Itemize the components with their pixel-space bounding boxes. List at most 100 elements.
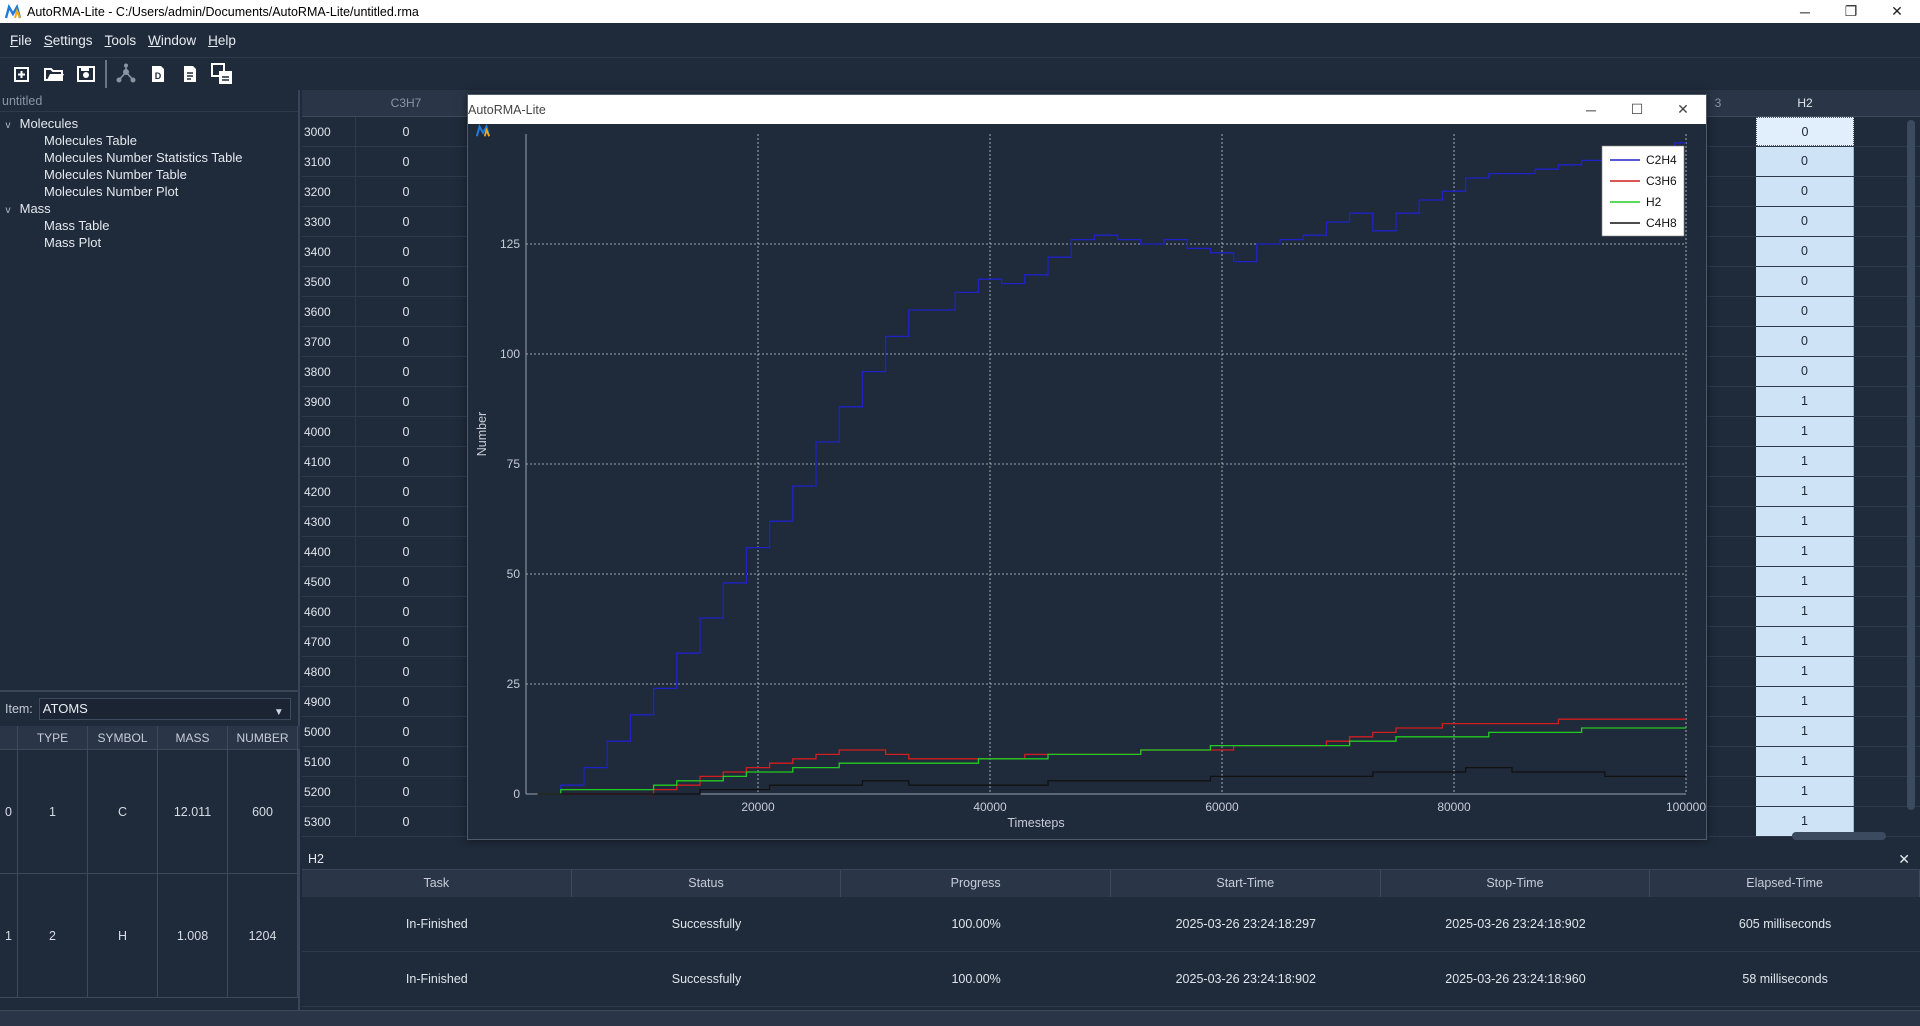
table-row[interactable]: 1 2 H 1.008 1204 [0,874,300,998]
cell-h2[interactable]: 1 [1756,537,1854,566]
d-icon[interactable]: D [142,59,174,89]
cell-h2[interactable]: 0 [1756,327,1854,356]
cell-c3h7[interactable]: 0 [356,357,456,387]
plot-window-titlebar[interactable]: AutoRMA-Lite [468,95,1706,137]
cell-h2[interactable]: 1 [1756,657,1854,686]
cell-c3h7[interactable]: 0 [356,297,456,327]
row-header-timestep[interactable]: 4000 [302,417,356,447]
row-header-timestep[interactable]: 5000 [302,717,356,747]
plot-maximize-button[interactable]: ☐ [1614,95,1660,124]
cell-h2[interactable]: 1 [1756,417,1854,446]
menu-settings[interactable]: Settings [38,33,99,48]
column-header-elapsed-time[interactable]: Elapsed-Time [1650,870,1920,897]
column-header-h2[interactable]: H2 [1756,90,1854,117]
cell-h2[interactable]: 0 [1756,117,1854,146]
column-header-task[interactable]: Task [302,870,572,897]
table-row[interactable]: 0 1 C 12.011 600 [0,750,300,874]
cell-h2[interactable]: 0 [1756,267,1854,296]
cell-c3h7[interactable]: 0 [356,537,456,567]
tree-item-molecules-table[interactable]: Molecules Table [0,132,298,149]
tree-item-molecules-number-table[interactable]: Molecules Number Table [0,166,298,183]
cell-c3h7[interactable]: 0 [356,567,456,597]
table-row[interactable]: In-Finished Successfully 100.00% 2025-03… [302,897,1920,952]
cell-c3h7[interactable]: 0 [356,237,456,267]
cell-c3h7[interactable]: 0 [356,177,456,207]
minimize-button[interactable]: ─ [1782,0,1828,23]
row-header-timestep[interactable]: 3800 [302,357,356,387]
row-header-timestep[interactable]: 4900 [302,687,356,717]
cell-c3h7[interactable]: 0 [356,447,456,477]
tree-item-mass-table[interactable]: Mass Table [0,217,298,234]
row-header-timestep[interactable]: 4100 [302,447,356,477]
save-icon[interactable] [70,59,102,89]
cell-c3h7[interactable]: 0 [356,627,456,657]
cell-c3h7[interactable]: 0 [356,327,456,357]
document-icon[interactable] [174,59,206,89]
menu-tools[interactable]: Tools [99,33,143,48]
cell-h2[interactable]: 1 [1756,477,1854,506]
scrollbar-thumb[interactable] [1792,832,1886,840]
cell-h2[interactable]: 1 [1756,747,1854,776]
cell-h2[interactable]: 1 [1756,567,1854,596]
cell-number[interactable]: 1204 [228,874,298,997]
cell-c3h7[interactable]: 0 [356,687,456,717]
cell-h2[interactable]: 1 [1756,447,1854,476]
tree-item-mass-plot[interactable]: Mass Plot [0,234,298,251]
row-header-timestep[interactable]: 4800 [302,657,356,687]
row-header-timestep[interactable]: 4300 [302,507,356,537]
cell-h2[interactable]: 1 [1756,777,1854,806]
cell-c3h7[interactable]: 0 [356,477,456,507]
cell-h2[interactable]: 1 [1756,687,1854,716]
molecules-number-plot[interactable]: 20000 40000 60000 80000 100000 0 25 50 75 100 125 T… [468,124,1706,839]
tree-item-molecules-number-statistics-table[interactable]: Molecules Number Statistics Table [0,149,298,166]
row-header-timestep[interactable]: 3600 [302,297,356,327]
cell-h2[interactable]: 0 [1756,297,1854,326]
row-header-timestep[interactable]: 3400 [302,237,356,267]
cell-c3h7[interactable]: 0 [356,777,456,807]
cell-h2[interactable]: 0 [1756,147,1854,176]
column-header-symbol[interactable]: SYMBOL [88,726,158,749]
close-button[interactable]: ✕ [1874,0,1920,23]
cell-type[interactable]: 1 [18,750,88,873]
cell-c3h7[interactable]: 0 [356,417,456,447]
row-header-timestep[interactable]: 4200 [302,477,356,507]
row-header-timestep[interactable]: 4400 [302,537,356,567]
column-header-stop-time[interactable]: Stop-Time [1381,870,1651,897]
cell-h2[interactable]: 0 [1756,177,1854,206]
plot-window[interactable]: AutoRMA-Lite ─ ☐ ✕ 20000 40000 60000 80000 1… [467,94,1707,840]
cell-type[interactable]: 2 [18,874,88,997]
cell-c3h7[interactable]: 0 [356,747,456,777]
open-folder-icon[interactable] [38,59,70,89]
table-row[interactable]: In-Finished Successfully 100.00% 2025-03… [302,952,1920,1007]
restore-button[interactable]: ❐ [1828,0,1874,23]
cell-h2[interactable]: 1 [1756,507,1854,536]
cell-h2[interactable]: 1 [1756,717,1854,746]
row-header-timestep[interactable]: 3000 [302,117,356,147]
cell-symbol[interactable]: C [88,750,158,873]
cell-h2[interactable]: 1 [1756,597,1854,626]
row-header-timestep[interactable]: 3700 [302,327,356,357]
cell-c3h7[interactable]: 0 [356,597,456,627]
plot-close-button[interactable]: ✕ [1660,95,1706,124]
column-header-type[interactable]: TYPE [18,726,88,749]
close-icon[interactable]: ✕ [1898,848,1910,870]
cell-h2[interactable]: 0 [1756,237,1854,266]
cell-h2[interactable]: 1 [1756,387,1854,416]
row-header-timestep[interactable]: 3900 [302,387,356,417]
chevron-down-icon[interactable]: v [0,117,16,134]
cell-c3h7[interactable]: 0 [356,387,456,417]
cell-mass[interactable]: 1.008 [158,874,228,997]
column-header-status[interactable]: Status [572,870,842,897]
chevron-down-icon[interactable]: ▼ [274,703,284,723]
cell-c3h7[interactable]: 0 [356,657,456,687]
cell-mass[interactable]: 12.011 [158,750,228,873]
scrollbar-thumb[interactable] [1907,120,1915,810]
chevron-down-icon[interactable]: v [0,202,16,219]
vertical-scrollbar[interactable] [1904,90,1918,830]
row-header-timestep[interactable]: 4700 [302,627,356,657]
cell-number[interactable]: 600 [228,750,298,873]
cell-symbol[interactable]: H [88,874,158,997]
cell-c3h7[interactable]: 0 [356,507,456,537]
menu-file[interactable]: File [4,33,38,48]
new-file-icon[interactable] [6,59,38,89]
